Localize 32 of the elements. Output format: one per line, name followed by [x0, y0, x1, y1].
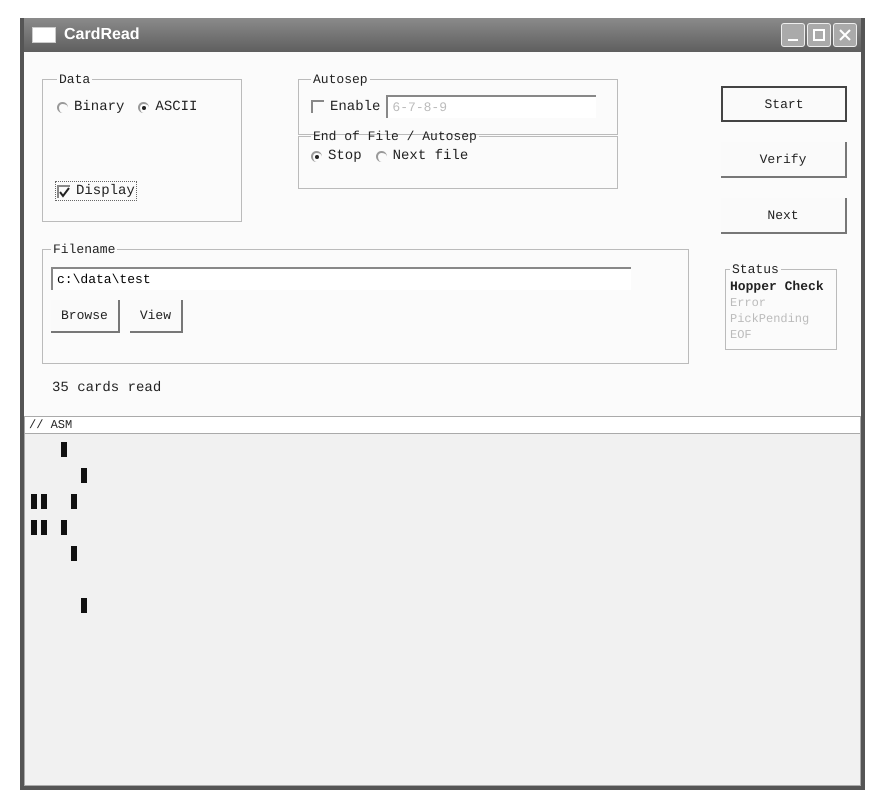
window-icon	[32, 27, 56, 43]
group-title: Filename	[52, 242, 116, 257]
status-indicator: Hopper Check	[730, 279, 825, 295]
group-title: Data	[58, 72, 92, 87]
minimize-icon	[788, 39, 798, 41]
file-button[interactable]: View	[130, 300, 184, 333]
radio-option[interactable]: Stop	[311, 148, 362, 164]
minimize-button[interactable]	[781, 23, 805, 47]
card-header: // ASM	[25, 417, 860, 434]
group-title: Status	[731, 262, 780, 277]
action-button[interactable]: Start	[721, 86, 847, 122]
status-indicator: EOF	[730, 327, 753, 343]
display-checkbox[interactable]: Display	[57, 183, 135, 199]
maximize-button[interactable]	[807, 23, 831, 47]
window-title: CardRead	[64, 26, 141, 44]
radio-option[interactable]: Binary	[57, 99, 124, 115]
status-indicator: Error	[730, 295, 768, 311]
maximize-icon	[812, 28, 826, 42]
action-button[interactable]: Next	[721, 198, 847, 234]
checkmark-icon	[59, 186, 70, 198]
radio-option[interactable]: Next file	[376, 148, 468, 164]
close-icon	[838, 28, 852, 42]
cards-read-count: 35 cards read	[52, 380, 162, 396]
action-button[interactable]: Verify	[721, 142, 847, 178]
enable-checkbox[interactable]: Enable	[311, 98, 380, 114]
status-indicator: PickPending	[730, 311, 810, 327]
group-title: End of File / Autosep	[312, 129, 478, 144]
close-button[interactable]	[833, 23, 857, 47]
filename-field[interactable]: c:\data\test	[51, 267, 631, 290]
radio-option[interactable]: ASCII	[138, 99, 198, 115]
file-button[interactable]: Browse	[51, 300, 120, 333]
group-title: Autosep	[312, 72, 369, 87]
